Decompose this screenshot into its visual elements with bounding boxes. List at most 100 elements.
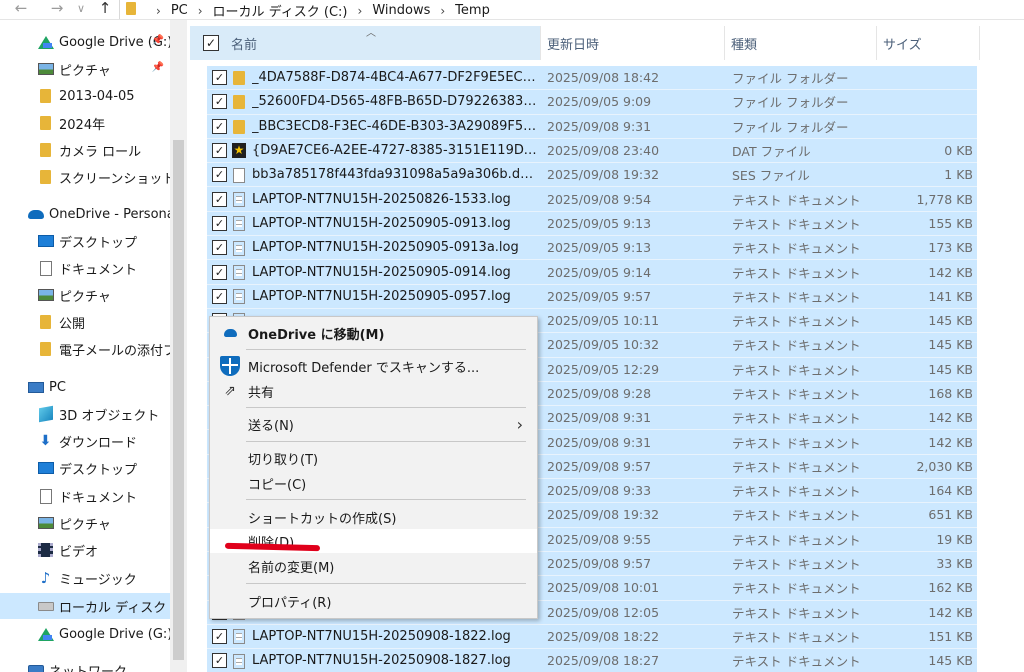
file-row[interactable]: ✓ LAPTOP-NT7NU15H-20250905-0913a.log 2025/… (207, 236, 977, 261)
file-type: テキスト ドキュメント (732, 192, 861, 208)
menu-item-copy[interactable]: コピー(C) (210, 471, 537, 495)
up-arrow-icon[interactable]: ↑ (94, 0, 116, 18)
sidebar-item-google-drive-pinned[interactable]: Google Drive (G:) 📌 (0, 29, 170, 55)
menu-separator (246, 441, 526, 442)
file-size: 142 KB (928, 410, 973, 426)
sidebar-item-google-drive[interactable]: Google Drive (G:) (0, 621, 170, 647)
sidebar-item-2013-04-05[interactable]: 2013-04-05 (0, 83, 170, 109)
file-row[interactable]: ✓ bb3a785178f443fda931098a5a9a306b.db.ses… (207, 163, 977, 188)
sidebar-item-local-disk[interactable]: ローカル ディスク (C:) (0, 593, 170, 619)
file-row[interactable]: ✓ _BBC3ECD8-F3EC-46DE-B303-3A29089F5EE9 20… (207, 114, 977, 139)
crumb-pc[interactable]: PC (171, 3, 188, 18)
sidebar-item-label: OneDrive - Personal (49, 206, 170, 222)
sidebar-item-email-attachments[interactable]: 電子メールの添付ファイル (0, 336, 170, 362)
address-box[interactable]: › PC › ローカル ディスク (C:) › Windows › Temp (119, 0, 1024, 20)
row-checkbox[interactable]: ✓ (212, 143, 227, 159)
select-all-checkbox[interactable]: ✓ (203, 35, 219, 51)
sidebar-item-documents[interactable]: ドキュメント (0, 483, 170, 509)
file-row[interactable]: ✓ LAPTOP-NT7NU15H-20250826-1533.log 2025/0… (207, 187, 977, 212)
file-type: SES ファイル (732, 168, 810, 184)
recent-chevron-icon[interactable]: ∨ (70, 0, 92, 18)
sidebar-item-network[interactable]: ネットワーク (0, 657, 170, 672)
sidebar-item-screenshots[interactable]: スクリーンショット (0, 164, 170, 190)
file-date: 2025/09/08 19:32 (547, 507, 660, 523)
row-checkbox[interactable]: ✓ (212, 628, 227, 644)
sidebar-item-label: ピクチャ (59, 63, 111, 79)
menu-item-properties[interactable]: プロパティ(R) (210, 589, 537, 613)
sidebar-item-camera-roll[interactable]: カメラ ロール (0, 137, 170, 163)
sidebar-item-label: スクリーンショット (59, 171, 170, 187)
file-row[interactable]: ✓ LAPTOP-NT7NU15H-20250905-0913.log 2025/0… (207, 211, 977, 237)
menu-item-label: 名前の変更(M) (248, 560, 335, 576)
sidebar-item-onedrive-pictures[interactable]: ピクチャ (0, 282, 170, 308)
sidebar-item-desktop[interactable]: デスクトップ (0, 455, 170, 481)
file-row[interactable]: ✓ ★ {D9AE7CE6-A2EE-4727-8385-3151E119DAD4}… (207, 138, 977, 164)
row-checkbox[interactable]: ✓ (212, 191, 227, 207)
sidebar-item-3d-objects[interactable]: 3D オブジェクト (0, 401, 170, 427)
sidebar-item-onedrive-desktop[interactable]: デスクトップ (0, 228, 170, 254)
sidebar-item-label: ドキュメント (59, 490, 138, 506)
menu-item-label: 送る(N) (248, 418, 294, 434)
file-type: テキスト ドキュメント (732, 387, 861, 402)
row-checkbox[interactable]: ✓ (212, 240, 227, 256)
column-header-size[interactable]: サイズ (877, 26, 980, 60)
menu-item-rename[interactable]: 名前の変更(M) (210, 554, 537, 578)
sidebar-item-onedrive[interactable]: OneDrive - Personal (0, 201, 170, 227)
sidebar-item-2024[interactable]: 2024年 (0, 110, 170, 136)
crumb-temp[interactable]: Temp (455, 3, 490, 18)
row-checkbox[interactable]: ✓ (212, 118, 227, 134)
menu-item-send-to[interactable]: 送る(N) › (210, 412, 537, 436)
sidebar-item-label: 2013-04-05 (59, 88, 135, 104)
row-checkbox[interactable]: ✓ (212, 264, 227, 280)
row-checkbox[interactable]: ✓ (212, 94, 227, 110)
row-checkbox[interactable]: ✓ (212, 167, 227, 183)
menu-item-create-shortcut[interactable]: ショートカットの作成(S) (210, 505, 537, 529)
back-arrow-icon[interactable]: ← (10, 0, 32, 18)
breadcrumb: › PC › ローカル ディスク (C:) › Windows › Temp (146, 1, 490, 20)
row-checkbox[interactable]: ✓ (212, 288, 227, 304)
google-drive-icon (37, 627, 54, 642)
row-checkbox[interactable]: ✓ (212, 653, 227, 669)
file-name: LAPTOP-NT7NU15H-20250905-0957.log (252, 288, 511, 304)
menu-item-defender-scan[interactable]: Microsoft Defender でスキャンする... (210, 354, 537, 378)
column-header-type[interactable]: 種類 (725, 26, 877, 60)
row-checkbox[interactable]: ✓ (212, 70, 227, 86)
sidebar-scrollbar[interactable] (170, 20, 187, 672)
share-icon: ⇗ (224, 383, 236, 399)
column-header-name[interactable]: ︿ ✓ 名前 (190, 26, 541, 60)
folder-icon (232, 70, 246, 86)
menu-separator (246, 349, 526, 350)
sidebar-item-onedrive-documents[interactable]: ドキュメント (0, 255, 170, 281)
file-row[interactable]: ✓ _4DA7588F-D874-4BC4-A677-DF2F9E5ECD81 20… (207, 66, 977, 91)
crumb-windows[interactable]: Windows (372, 3, 430, 18)
scrollbar-thumb[interactable] (173, 140, 184, 660)
file-date: 2025/09/05 9:13 (547, 240, 652, 256)
sidebar-item-downloads[interactable]: ⬇ ダウンロード (0, 428, 170, 454)
file-date: 2025/09/05 12:29 (547, 361, 660, 377)
sidebar-item-label: 公開 (59, 316, 86, 332)
row-checkbox[interactable]: ✓ (212, 215, 227, 231)
navigation-pane: Google Drive (G:) 📌 ピクチャ 📌 2013-04-05 20… (0, 20, 190, 672)
pictures-icon (37, 516, 54, 531)
sidebar-item-public[interactable]: 公開 (0, 309, 170, 335)
sidebar-item-pictures[interactable]: ピクチャ (0, 510, 170, 536)
sidebar-item-pictures-pinned[interactable]: ピクチャ 📌 (0, 56, 170, 82)
menu-item-label: Microsoft Defender でスキャンする... (248, 360, 480, 376)
column-date-label: 更新日時 (547, 37, 600, 53)
menu-item-share[interactable]: ⇗ 共有 (210, 379, 537, 403)
file-row[interactable]: ✓ LAPTOP-NT7NU15H-20250905-0914.log 2025/0… (207, 260, 977, 285)
file-type: テキスト ドキュメント (732, 532, 861, 548)
file-size: 141 KB (928, 288, 973, 304)
sidebar-item-videos[interactable]: ビデオ (0, 537, 170, 563)
menu-item-onedrive-move[interactable]: OneDrive に移動(M) (210, 321, 537, 345)
file-row[interactable]: ✓ LAPTOP-NT7NU15H-20250908-1822.log 2025/0… (207, 624, 977, 650)
sidebar-item-pc[interactable]: PC (0, 374, 170, 400)
file-row[interactable]: ✓ LAPTOP-NT7NU15H-20250908-1827.log 2025/0… (207, 649, 977, 672)
forward-arrow-icon[interactable]: → (46, 0, 68, 18)
menu-item-cut[interactable]: 切り取り(T) (210, 446, 537, 470)
column-header-date[interactable]: 更新日時 (541, 26, 725, 60)
file-row[interactable]: ✓ LAPTOP-NT7NU15H-20250905-0957.log 2025/0… (207, 284, 977, 309)
file-row[interactable]: ✓ _52600FD4-D565-48FB-B65D-D79226383D72 20… (207, 90, 977, 115)
crumb-local-disk[interactable]: ローカル ディスク (C:) (213, 1, 348, 20)
sidebar-item-music[interactable]: ♪ ミュージック (0, 565, 170, 591)
